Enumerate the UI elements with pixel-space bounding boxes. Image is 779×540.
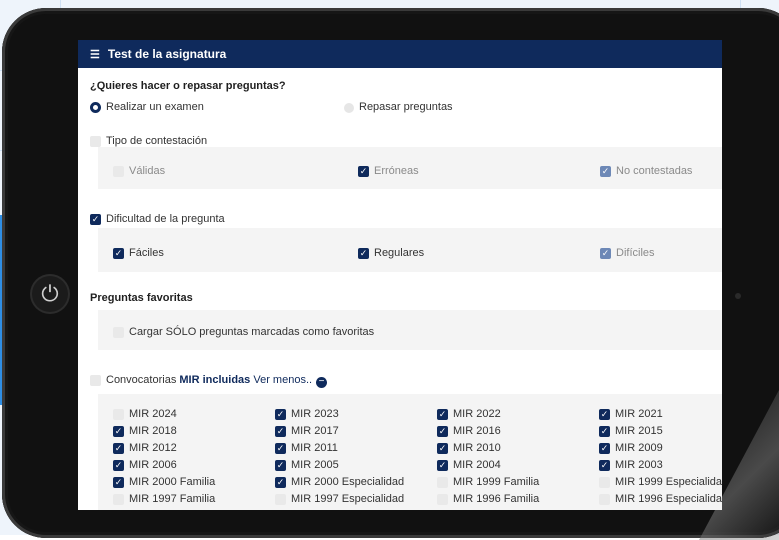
favoritas-option-label[interactable]: Cargar SÓLO preguntas marcadas como favo…	[129, 326, 374, 338]
mir-checkbox[interactable]	[113, 409, 124, 420]
tipo-checkbox[interactable]	[90, 136, 101, 147]
mir-checkbox[interactable]: ✓	[113, 426, 124, 437]
tipo-label: Tipo de contestación	[106, 135, 208, 147]
mir-label[interactable]: MIR 2024	[129, 408, 177, 420]
convocatorias-bold: MIR incluidas	[179, 374, 251, 386]
mir-label[interactable]: MIR 2010	[453, 442, 501, 454]
mir-checkbox[interactable]: ✓	[437, 409, 448, 420]
no-contestadas-checkbox[interactable]: ✓	[600, 166, 611, 177]
mir-label[interactable]: MIR 2022	[453, 408, 501, 420]
regulares-checkbox[interactable]: ✓	[358, 248, 369, 259]
radio-repasar-label[interactable]: Repasar preguntas	[359, 101, 453, 113]
mir-checkbox[interactable]	[437, 477, 448, 488]
mir-label[interactable]: MIR 2004	[453, 459, 501, 471]
mir-label[interactable]: MIR 1996 Especialidad	[615, 493, 722, 505]
convocatorias-panel: MIR 2024 ✓ MIR 2023 ✓ MIR 2022 ✓ MIR 2021 ✓ MIR …	[98, 394, 722, 510]
regulares-label[interactable]: Regulares	[374, 247, 424, 259]
tipo-panel: Válidas ✓ Erróneas ✓ No contestadas	[98, 147, 722, 189]
mir-label[interactable]: MIR 1996 Familia	[453, 493, 539, 505]
mir-label[interactable]: MIR 1999 Especialidad	[615, 476, 722, 488]
valida-checkbox[interactable]	[113, 166, 124, 177]
mir-checkbox[interactable]: ✓	[275, 409, 286, 420]
faciles-checkbox[interactable]: ✓	[113, 248, 124, 259]
erroneas-checkbox[interactable]: ✓	[358, 166, 369, 177]
erroneas-label[interactable]: Erróneas	[374, 165, 419, 177]
camera-dot	[735, 293, 741, 299]
mir-checkbox[interactable]	[275, 494, 286, 505]
mir-label[interactable]: MIR 2012	[129, 442, 177, 454]
mir-checkbox[interactable]	[437, 494, 448, 505]
no-contestadas-label[interactable]: No contestadas	[616, 165, 692, 177]
mir-label[interactable]: MIR 2011	[291, 442, 338, 454]
dificultad-label: Dificultad de la pregunta	[106, 213, 225, 225]
radio-realizar-label[interactable]: Realizar un examen	[106, 101, 204, 113]
list-icon: ☰	[90, 48, 100, 61]
mir-checkbox[interactable]: ✓	[599, 460, 610, 471]
mir-label[interactable]: MIR 2009	[615, 442, 663, 454]
mir-label[interactable]: MIR 2005	[291, 459, 339, 471]
mir-checkbox[interactable]: ✓	[113, 460, 124, 471]
dificultad-panel: ✓ Fáciles ✓ Regulares ✓ Difíciles	[98, 228, 722, 272]
mir-label[interactable]: MIR 2021	[615, 408, 663, 420]
convocatorias-checkbox[interactable]	[90, 375, 101, 386]
mir-checkbox[interactable]: ✓	[113, 443, 124, 454]
mir-checkbox[interactable]	[113, 494, 124, 505]
mir-checkbox[interactable]: ✓	[599, 409, 610, 420]
mir-label[interactable]: MIR 1997 Especialidad	[291, 493, 404, 505]
mir-checkbox[interactable]: ✓	[275, 460, 286, 471]
mir-label[interactable]: MIR 2017	[291, 425, 339, 437]
mir-checkbox[interactable]: ✓	[275, 426, 286, 437]
mir-checkbox[interactable]: ✓	[275, 477, 286, 488]
mir-checkbox[interactable]: ✓	[437, 426, 448, 437]
favoritas-checkbox[interactable]	[113, 327, 124, 338]
ver-menos-link[interactable]: Ver menos..	[253, 374, 312, 386]
radio-repasar[interactable]	[344, 103, 354, 113]
mir-checkbox[interactable]	[599, 477, 610, 488]
mir-label[interactable]: MIR 2016	[453, 425, 501, 437]
mir-label[interactable]: MIR 1999 Familia	[453, 476, 539, 488]
mir-label[interactable]: MIR 2015	[615, 425, 663, 437]
mir-checkbox[interactable]: ✓	[437, 460, 448, 471]
app-screen: ☰ Test de la asignatura ¿Quieres hacer o…	[78, 40, 722, 510]
convocatorias-header: Convocatorias MIR incluidas Ver menos.. −	[106, 374, 328, 388]
valida-label[interactable]: Válidas	[129, 165, 165, 177]
convocatorias-prefix: Convocatorias	[106, 374, 177, 386]
mir-checkbox[interactable]: ✓	[437, 443, 448, 454]
mir-label[interactable]: MIR 2006	[129, 459, 177, 471]
favoritas-panel: Cargar SÓLO preguntas marcadas como favo…	[98, 310, 722, 350]
mir-label[interactable]: MIR 2000 Familia	[129, 476, 215, 488]
mir-checkbox[interactable]	[599, 494, 610, 505]
mir-checkbox[interactable]: ✓	[275, 443, 286, 454]
faciles-label[interactable]: Fáciles	[129, 247, 164, 259]
dificiles-checkbox[interactable]: ✓	[600, 248, 611, 259]
page-title: Test de la asignatura	[107, 47, 227, 61]
dificultad-checkbox[interactable]: ✓	[90, 214, 101, 225]
power-icon: ⏻	[32, 276, 68, 312]
mir-label[interactable]: MIR 2023	[291, 408, 339, 420]
mir-checkbox[interactable]: ✓	[599, 443, 610, 454]
collapse-icon[interactable]: −	[316, 377, 328, 388]
dificiles-label[interactable]: Difíciles	[616, 247, 655, 259]
favoritas-label: Preguntas favoritas	[90, 292, 193, 304]
mir-checkbox[interactable]: ✓	[599, 426, 610, 437]
mir-label[interactable]: MIR 2003	[615, 459, 663, 471]
radio-realizar[interactable]	[90, 102, 101, 113]
question-label: ¿Quieres hacer o repasar preguntas?	[90, 80, 286, 92]
mir-label[interactable]: MIR 2018	[129, 425, 177, 437]
mir-checkbox[interactable]: ✓	[113, 477, 124, 488]
title-bar: ☰ Test de la asignatura	[78, 40, 722, 68]
mir-label[interactable]: MIR 1997 Familia	[129, 493, 215, 505]
mir-label[interactable]: MIR 2000 Especialidad	[291, 476, 404, 488]
